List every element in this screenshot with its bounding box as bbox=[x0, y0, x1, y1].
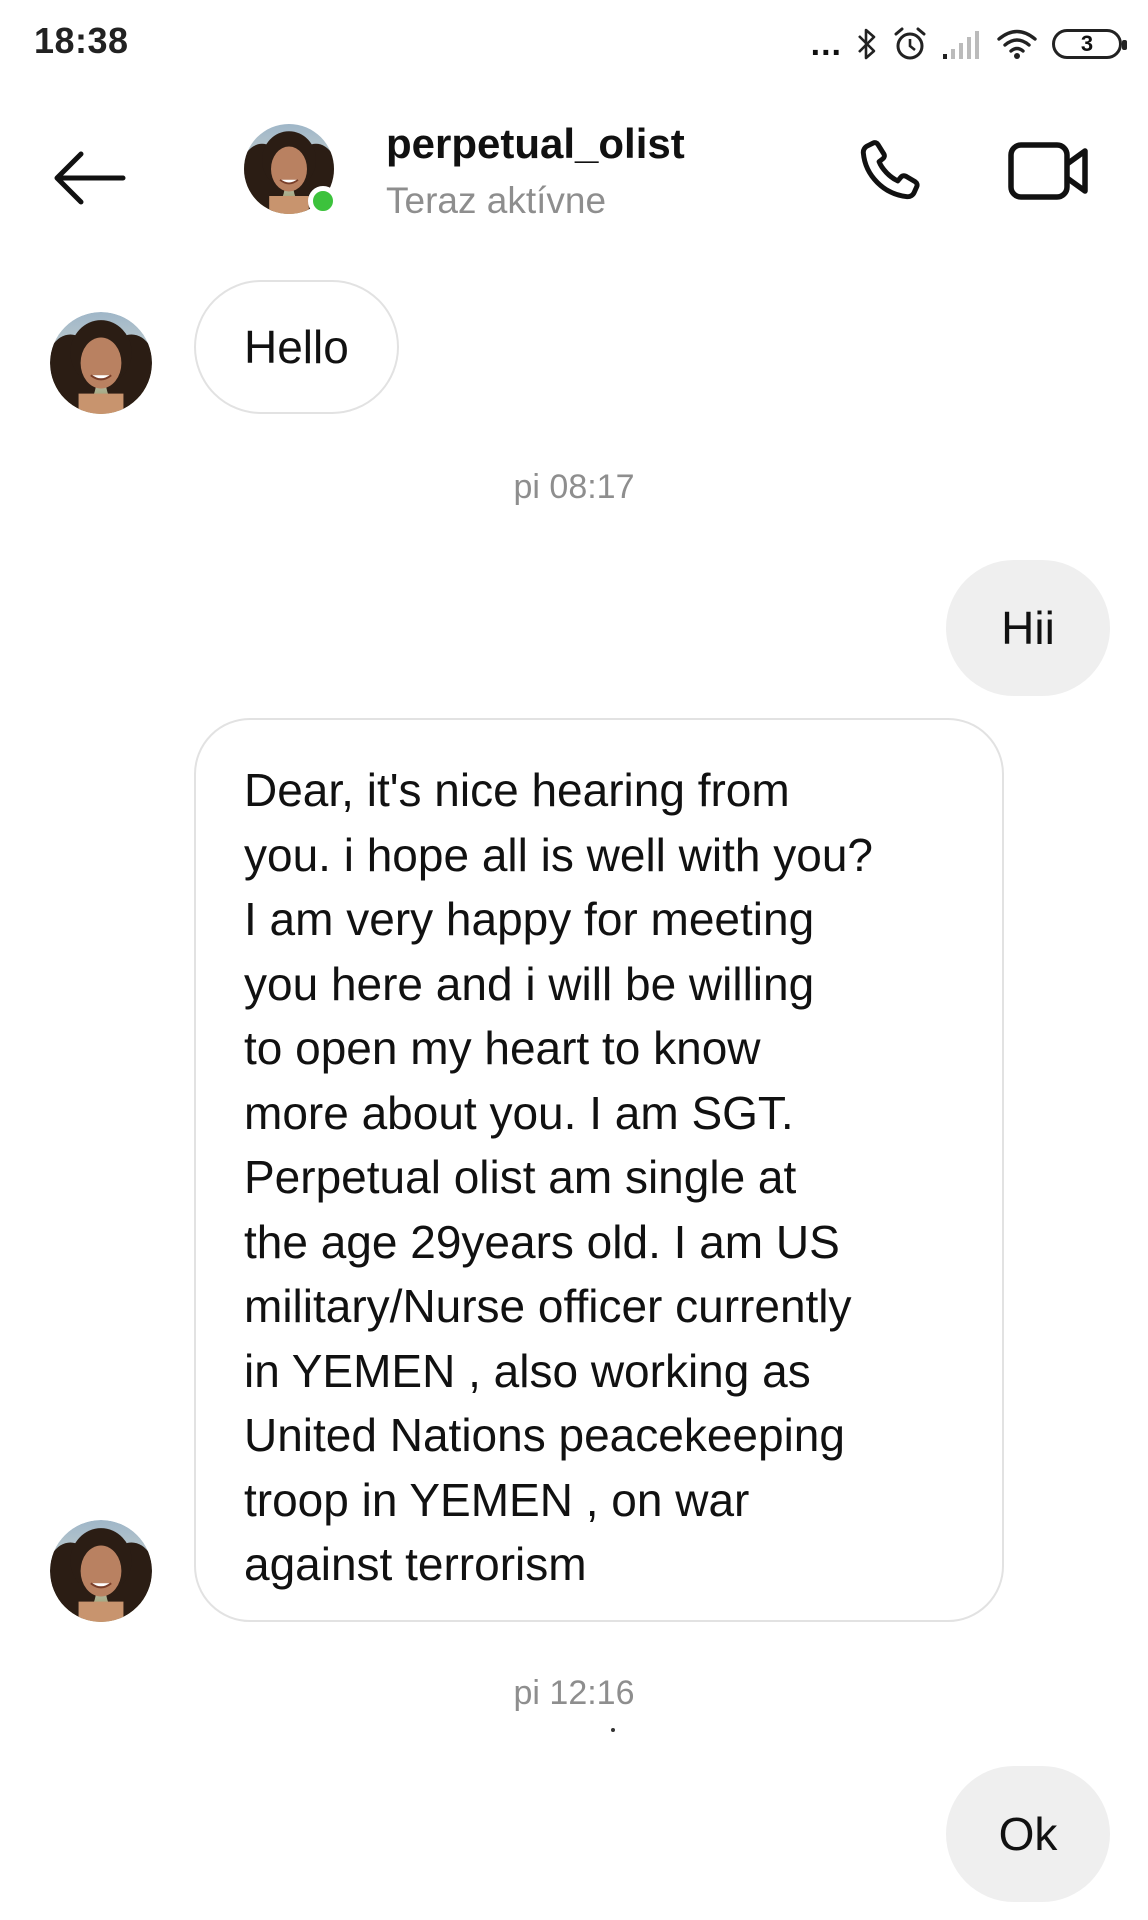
message-line: you here and i will be willing bbox=[244, 957, 815, 1010]
scroll-dot bbox=[611, 1728, 615, 1732]
battery-icon: 3 bbox=[1052, 29, 1127, 59]
profile-photo-image bbox=[50, 1520, 152, 1622]
wifi-icon bbox=[996, 28, 1038, 60]
online-indicator bbox=[308, 186, 338, 216]
back-arrow-icon bbox=[54, 151, 126, 205]
status-icons: ... 3 bbox=[810, 22, 1127, 66]
header-avatar[interactable] bbox=[244, 124, 338, 216]
message-line: Perpetual olist am single at bbox=[244, 1151, 797, 1203]
voice-call-button[interactable] bbox=[846, 128, 932, 214]
video-camera-icon bbox=[1008, 142, 1088, 200]
message-line: to open my heart to know bbox=[244, 1022, 761, 1074]
back-button[interactable] bbox=[44, 138, 134, 218]
signal-icon bbox=[942, 28, 982, 60]
incoming-message[interactable]: Dear, it's nice hearing from you. i hope… bbox=[194, 718, 1004, 1622]
video-call-button[interactable] bbox=[1002, 128, 1098, 214]
message-line: more about you. I am SGT. bbox=[244, 1086, 794, 1139]
activity-status: Teraz aktívne bbox=[386, 180, 607, 221]
alarm-icon bbox=[892, 26, 928, 62]
message-line: troop in YEMEN , on war bbox=[244, 1473, 750, 1526]
profile-photo-image bbox=[50, 312, 152, 414]
status-time: 18:38 bbox=[34, 20, 129, 61]
message-line: I am very happy for meeting bbox=[244, 893, 815, 945]
message-line: against terrorism bbox=[244, 1538, 587, 1590]
bluetooth-icon bbox=[856, 27, 878, 61]
message-line: Dear, it's nice hearing from bbox=[244, 764, 790, 816]
message-line: United Nations peacekeeping bbox=[244, 1409, 845, 1461]
battery-level: 3 bbox=[1080, 31, 1094, 56]
more-indicator: ... bbox=[810, 25, 842, 63]
message-line: you. i hope all is well with you? bbox=[244, 828, 873, 881]
message-line: in YEMEN , also working as bbox=[244, 1344, 811, 1397]
outgoing-message[interactable]: Ok bbox=[946, 1766, 1110, 1902]
timestamp-divider: pi 08:17 bbox=[513, 468, 635, 506]
chat-username[interactable]: perpetual_olist bbox=[386, 120, 685, 168]
sender-avatar[interactable] bbox=[50, 1520, 152, 1622]
outgoing-message[interactable]: Hii bbox=[946, 560, 1110, 696]
timestamp-divider: pi 12:16 bbox=[513, 1674, 635, 1712]
message-line: military/Nurse officer currently bbox=[244, 1280, 852, 1332]
incoming-message[interactable]: Hello bbox=[194, 280, 399, 414]
phone-icon bbox=[860, 140, 920, 200]
message-line: the age 29years old. I am US bbox=[244, 1215, 840, 1268]
sender-avatar[interactable] bbox=[50, 312, 152, 414]
